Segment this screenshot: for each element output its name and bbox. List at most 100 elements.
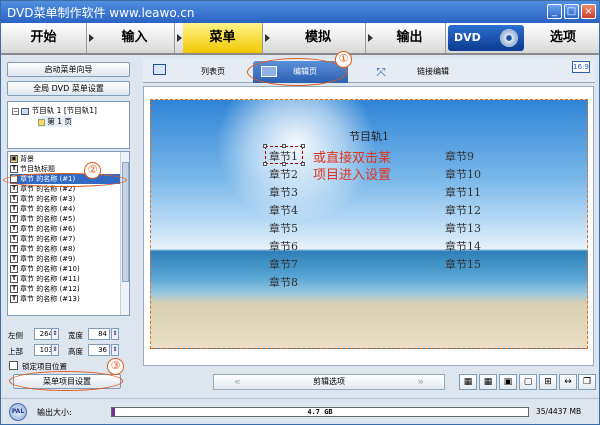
global-dvd-settings-button[interactable]: 全局 DVD 菜单设置 [7, 81, 130, 96]
nav-output[interactable]: 输出 [374, 23, 446, 53]
list-item[interactable]: T 章节 的名称 (#4) [10, 204, 122, 214]
chapter-button[interactable]: 章节8 [269, 274, 298, 290]
list-item[interactable]: T 章节 的名称 (#3) [10, 194, 122, 204]
list-item[interactable]: T 章节 的名称 (#6) [10, 224, 122, 234]
layers-icon[interactable]: ❐ [578, 374, 596, 390]
list-item[interactable]: T 章节 的名称 (#12) [10, 284, 122, 294]
tree-track-label: 节目轨 1 [节目轨1] [31, 106, 97, 115]
next-button[interactable]: » [417, 375, 424, 389]
chapter-button[interactable]: 章节6 [269, 238, 298, 254]
nav-simulate[interactable]: 模拟 [271, 23, 366, 53]
app-window: DVD菜单制作软件 www.leawo.cn _ □ × 开始 输入 菜单 模拟… [0, 0, 600, 425]
list-item[interactable]: T 章节 的名称 (#5) [10, 214, 122, 224]
tab-link-edit[interactable]: 链接编辑 [398, 61, 468, 83]
link-edit-icon[interactable]: ⤧ [371, 61, 391, 83]
menu-canvas[interactable]: 节目轨1 章节1 章节2 章节3 章节4 章节5 章节6 章节7 章节8 章节9… [150, 99, 588, 349]
disc-icon [500, 29, 518, 47]
maximize-button[interactable]: □ [564, 4, 579, 19]
instruction-annotation: 或直接双击某 项目进入设置 [313, 151, 392, 183]
nav-arrow-icon [265, 34, 270, 42]
main-nav: 开始 输入 菜单 模拟 输出 DVD 选项 [1, 23, 599, 55]
nav-input[interactable]: 输入 [95, 23, 175, 53]
image-icon: ▣ [10, 155, 18, 163]
width-label: 宽度 [68, 331, 83, 340]
nav-options[interactable]: 选项 [527, 23, 599, 53]
chapter-button[interactable]: 章节13 [445, 220, 481, 236]
chapter-button[interactable]: 章节7 [269, 256, 298, 272]
editor-stage: 节目轨1 章节1 章节2 章节3 章节4 章节5 章节6 章节7 章节8 章节9… [143, 86, 594, 366]
text-icon: T [10, 285, 18, 293]
resize-handle[interactable] [263, 144, 267, 148]
text-icon: T [10, 245, 18, 253]
list-item[interactable]: T 章节 的名称 (#8) [10, 244, 122, 254]
aspect-ratio-button[interactable]: 16:9 [572, 61, 590, 73]
width-spin-icon[interactable]: ⇕ [111, 328, 119, 340]
width-input[interactable]: 84 [88, 328, 110, 340]
resize-handle[interactable] [301, 144, 305, 148]
chapter-button[interactable]: 章节14 [445, 238, 481, 254]
callout-number-2: ② [84, 162, 101, 179]
left-label: 左侧 [8, 331, 23, 340]
left-spin-icon[interactable]: ⇕ [51, 328, 59, 340]
lock-position-checkbox[interactable] [9, 361, 18, 370]
chapter-button[interactable]: 章节12 [445, 202, 481, 218]
nav-arrow-icon [89, 34, 94, 42]
list-item[interactable]: T 章节 的名称 (#11) [10, 274, 122, 284]
nav-menu[interactable]: 菜单 [183, 23, 263, 53]
resize-handle[interactable] [282, 144, 286, 148]
window-title: DVD菜单制作软件 www.leawo.cn [7, 6, 195, 20]
selection-box[interactable] [263, 144, 305, 166]
text-icon: T [10, 265, 18, 273]
tree-node-page[interactable]: 第 1 页 [38, 116, 72, 127]
top-spin-icon[interactable]: ⇕ [51, 344, 59, 356]
list-item[interactable]: T 章节 的名称 (#7) [10, 234, 122, 244]
chapter-button[interactable]: 章节3 [269, 184, 298, 200]
chapter-button[interactable]: 章节15 [445, 256, 481, 272]
resize-handle[interactable] [301, 162, 305, 166]
dvd-format-button[interactable]: DVD [448, 25, 524, 51]
text-icon: T [10, 205, 18, 213]
list-item[interactable]: T 章节 的名称 (#9) [10, 254, 122, 264]
resize-handle[interactable] [263, 162, 267, 166]
menu-wizard-button[interactable]: 启动菜单向导 [7, 62, 130, 77]
usage-count: 35/4437 MB [536, 407, 582, 416]
center-icon[interactable]: ⊞ [539, 374, 557, 390]
tree-node-track[interactable]: − 节目轨 1 [节目轨1] [12, 105, 97, 116]
clip-options-button[interactable]: 剪辑选项 [313, 377, 345, 386]
grid-3x3-icon[interactable]: ▦ [459, 374, 477, 390]
chapter-button[interactable]: 章节2 [269, 166, 298, 182]
status-bar: PAL 输出大小: 4.7 GB 35/4437 MB [1, 398, 599, 424]
list-item[interactable]: ▣ 背景 [10, 154, 122, 164]
callout-number-1: ① [335, 51, 352, 68]
height-spin-icon[interactable]: ⇕ [111, 344, 119, 356]
collapse-icon[interactable]: − [12, 107, 19, 115]
prev-button[interactable]: « [234, 375, 241, 389]
safe-area-icon[interactable]: ▣ [499, 374, 517, 390]
callout-ring-3 [9, 371, 123, 391]
resize-handle[interactable] [282, 162, 286, 166]
chapter-button[interactable]: 章节10 [445, 166, 481, 182]
text-icon: T [10, 225, 18, 233]
tab-list-page[interactable]: 列表页 [183, 61, 243, 83]
close-button[interactable]: × [581, 4, 596, 19]
list-view-icon[interactable] [153, 64, 166, 75]
pal-icon[interactable]: PAL [9, 403, 27, 421]
stretch-icon[interactable]: ↔ [559, 374, 577, 390]
chapter-button[interactable]: 章节5 [269, 220, 298, 236]
callout-number-3: ③ [107, 358, 124, 375]
chapter-button[interactable]: 章节9 [445, 148, 474, 164]
clip-options-bar: « 剪辑选项 » [213, 374, 445, 390]
nav-start[interactable]: 开始 [1, 23, 87, 53]
disc-size-label: 4.7 GB [307, 408, 333, 416]
canvas-track-title[interactable]: 节目轨1 [349, 128, 389, 144]
height-input[interactable]: 36 [88, 344, 110, 356]
frame-icon[interactable]: ▢ [519, 374, 537, 390]
minimize-button[interactable]: _ [547, 4, 562, 19]
chapter-button[interactable]: 章节11 [445, 184, 481, 200]
text-icon: T [10, 255, 18, 263]
tree-page-label: 第 1 页 [47, 117, 72, 126]
chapter-button[interactable]: 章节4 [269, 202, 298, 218]
list-item[interactable]: T 章节 的名称 (#10) [10, 264, 122, 274]
grid-4x4-icon[interactable]: ▦ [479, 374, 497, 390]
list-item[interactable]: T 章节 的名称 (#13) [10, 294, 122, 304]
